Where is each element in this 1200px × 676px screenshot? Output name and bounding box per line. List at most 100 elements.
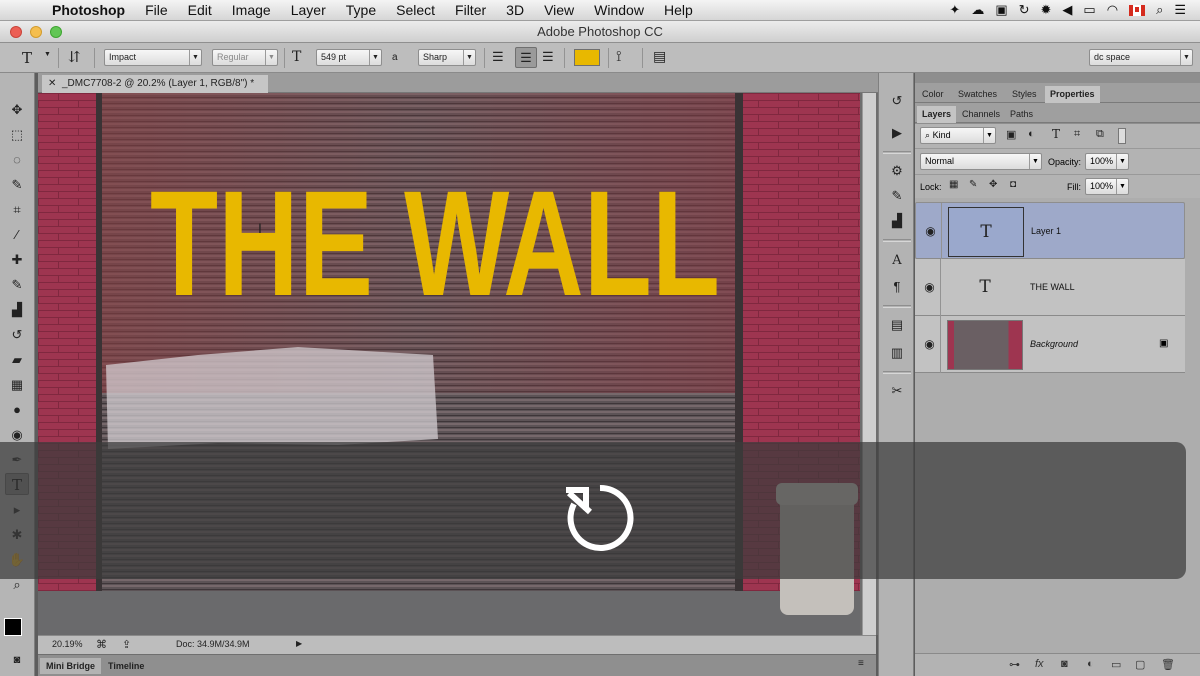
- close-window-button[interactable]: [10, 26, 22, 38]
- menu-app[interactable]: Photoshop: [42, 2, 135, 18]
- zoom-level[interactable]: 20.19%: [52, 639, 83, 649]
- screen-icon[interactable]: ▣: [995, 2, 1007, 18]
- volume-icon[interactable]: ◀: [1062, 2, 1072, 18]
- tab-properties[interactable]: Properties: [1045, 86, 1100, 103]
- tab-channels[interactable]: Channels: [957, 106, 1005, 123]
- tab-swatches[interactable]: Swatches: [953, 86, 1002, 103]
- align-center-icon[interactable]: ☰: [515, 47, 537, 68]
- eraser-tool-icon[interactable]: ▰: [5, 349, 29, 371]
- warp-text-icon[interactable]: ⟟: [616, 48, 622, 65]
- foreground-color-swatch[interactable]: [4, 618, 22, 636]
- tool-presets-icon[interactable]: ✂: [887, 381, 907, 401]
- spotlight-search-icon[interactable]: ⌕: [1156, 2, 1163, 18]
- tab-timeline[interactable]: Timeline: [102, 658, 150, 674]
- menu-layer[interactable]: Layer: [281, 2, 336, 18]
- text-color-swatch[interactable]: [574, 49, 600, 66]
- lasso-tool-icon[interactable]: ◌: [5, 149, 29, 171]
- filter-type-icon[interactable]: T: [1052, 127, 1060, 141]
- notification-list-icon[interactable]: ☰: [1174, 2, 1186, 18]
- tab-mini-bridge[interactable]: Mini Bridge: [40, 658, 101, 674]
- menu-window[interactable]: Window: [584, 2, 654, 18]
- tab-styles[interactable]: Styles: [1007, 86, 1042, 103]
- history-panel-icon[interactable]: ↺: [887, 91, 907, 111]
- airplay-icon[interactable]: ▭: [1083, 2, 1095, 18]
- crop-tool-icon[interactable]: ⌗: [5, 199, 29, 221]
- input-source-flag-icon[interactable]: [1129, 4, 1146, 16]
- history-brush-tool-icon[interactable]: ↺: [5, 324, 29, 346]
- layer-row[interactable]: ◉ T Layer 1: [915, 202, 1185, 260]
- zoom-window-button[interactable]: [50, 26, 62, 38]
- font-style-select[interactable]: Regular ▼: [212, 49, 278, 66]
- menu-edit[interactable]: Edit: [178, 2, 222, 18]
- notes-panel-icon[interactable]: ▥: [887, 343, 907, 363]
- dropbox-icon[interactable]: ✦: [949, 2, 960, 18]
- adjustments-panel-icon[interactable]: ⚙: [887, 161, 907, 181]
- brush-panel-icon[interactable]: ✎: [887, 186, 907, 206]
- glyphs-panel-icon[interactable]: ▤: [887, 315, 907, 335]
- replay-icon[interactable]: [564, 482, 636, 554]
- delete-layer-icon[interactable]: 🗑: [1161, 658, 1175, 671]
- menu-3d[interactable]: 3D: [496, 2, 534, 18]
- filter-shape-icon[interactable]: ⌗: [1074, 128, 1080, 141]
- minimize-window-button[interactable]: [30, 26, 42, 38]
- blend-mode-select[interactable]: Normal ▼: [920, 153, 1042, 170]
- replay-overlay[interactable]: [0, 442, 1186, 579]
- lock-position-icon[interactable]: ✥: [989, 179, 997, 190]
- menu-help[interactable]: Help: [654, 2, 703, 18]
- font-family-select[interactable]: Impact ▼: [104, 49, 202, 66]
- brightness-icon[interactable]: ✹: [1041, 2, 1052, 18]
- menu-select[interactable]: Select: [386, 2, 445, 18]
- align-right-icon[interactable]: ☰: [542, 49, 554, 65]
- headline-text-layer[interactable]: THE WALL: [150, 159, 720, 327]
- filter-pixel-icon[interactable]: ▣: [1006, 128, 1016, 141]
- lock-all-icon[interactable]: ◘: [1010, 179, 1016, 190]
- clone-source-panel-icon[interactable]: ▟: [887, 211, 907, 231]
- menu-image[interactable]: Image: [222, 2, 281, 18]
- align-left-icon[interactable]: ☰: [492, 49, 504, 65]
- status-menu-arrow-icon[interactable]: ▶: [296, 639, 302, 648]
- blur-tool-icon[interactable]: ●: [5, 399, 29, 421]
- share-icon[interactable]: ⇪: [122, 638, 131, 651]
- type-tool-preset-icon[interactable]: T: [22, 49, 32, 67]
- tab-layers[interactable]: Layers: [917, 106, 957, 123]
- quick-selection-tool-icon[interactable]: ✎: [5, 174, 29, 196]
- document-tab[interactable]: ✕ _DMC7708-2 @ 20.2% (Layer 1, RGB/8") *: [42, 75, 268, 93]
- layer-name[interactable]: THE WALL: [1030, 259, 1075, 316]
- fill-input[interactable]: 100% ▼: [1085, 178, 1129, 195]
- tab-color[interactable]: Color: [917, 86, 949, 103]
- filter-toggle-switch[interactable]: [1118, 128, 1126, 144]
- status-proof-icon[interactable]: ⌘: [96, 638, 107, 651]
- eye-icon[interactable]: ◉: [920, 203, 942, 260]
- opacity-input[interactable]: 100% ▼: [1085, 153, 1129, 170]
- lock-transparency-icon[interactable]: ▦: [949, 179, 958, 190]
- lock-pixels-icon[interactable]: ✎: [969, 179, 977, 190]
- wifi-icon[interactable]: ◠: [1107, 2, 1118, 18]
- adjustment-layer-icon[interactable]: ◐: [1087, 658, 1094, 670]
- paragraph-panel-icon[interactable]: ¶: [887, 277, 907, 297]
- eye-icon[interactable]: ◉: [919, 316, 941, 373]
- gradient-tool-icon[interactable]: ▦: [5, 374, 29, 396]
- layer-name[interactable]: Layer 1: [1031, 203, 1061, 260]
- preset-dropdown-arrow-icon[interactable]: ▼: [44, 51, 51, 58]
- actions-panel-icon[interactable]: ▶: [887, 123, 907, 143]
- add-mask-icon[interactable]: ◙: [1061, 658, 1068, 670]
- panel-menu-icon[interactable]: ≡: [858, 658, 864, 669]
- menu-type[interactable]: Type: [336, 2, 386, 18]
- layer-row[interactable]: ◉ T THE WALL: [915, 259, 1185, 316]
- filter-adjustment-icon[interactable]: ◐: [1028, 128, 1035, 140]
- brush-tool-icon[interactable]: ✎: [5, 274, 29, 296]
- font-size-input[interactable]: 549 pt ▼: [316, 49, 382, 66]
- character-panel-icon[interactable]: ▤: [653, 48, 666, 65]
- move-tool-icon[interactable]: ✥: [5, 99, 29, 121]
- new-group-icon[interactable]: ▭: [1111, 658, 1121, 671]
- healing-brush-tool-icon[interactable]: ✚: [5, 249, 29, 271]
- sync-icon[interactable]: ↻: [1019, 2, 1030, 18]
- menu-filter[interactable]: Filter: [445, 2, 496, 18]
- creative-cloud-icon[interactable]: ☁: [971, 2, 984, 18]
- quick-mask-icon[interactable]: ◙: [5, 649, 29, 671]
- layer-style-fx-icon[interactable]: fx: [1035, 658, 1044, 670]
- workspace-select[interactable]: dc space ▼: [1089, 49, 1193, 66]
- layer-row[interactable]: ◉ Background ▣: [915, 316, 1185, 373]
- close-icon[interactable]: ✕: [48, 75, 56, 93]
- filter-smart-object-icon[interactable]: ⧉: [1096, 128, 1104, 141]
